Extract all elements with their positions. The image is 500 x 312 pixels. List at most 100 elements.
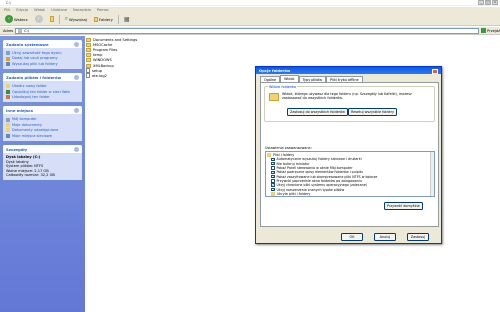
checkbox-icon[interactable]: ✓	[271, 174, 275, 179]
toolbar: ‹ Wstecz › ⌕ Wyszukaj Foldery ▦	[0, 13, 500, 26]
dialog-close-icon[interactable]	[432, 68, 438, 74]
back-button[interactable]: ‹ Wstecz	[3, 15, 30, 24]
task-hide-drive[interactable]: Ukryj zawartość tego dysku	[6, 51, 79, 56]
checkbox-icon[interactable]: ✓	[271, 170, 275, 175]
maximize-button[interactable]: □	[485, 0, 491, 5]
system-tasks-header[interactable]: Zadania systemowe	[3, 40, 82, 48]
collapse-icon[interactable]	[74, 42, 79, 47]
system-tasks-group: Zadania systemowe Ukryj zawartość tego d…	[3, 40, 82, 70]
folders-button[interactable]: Foldery	[92, 15, 115, 24]
menu-pomoc[interactable]: Pomoc	[97, 8, 109, 12]
menu-edycja[interactable]: Edycja	[16, 8, 28, 12]
collapse-icon[interactable]	[74, 75, 79, 81]
forward-arrow-icon: ›	[34, 15, 43, 23]
restore-defaults-button[interactable]: Przywróć domyślne	[384, 202, 423, 210]
task-label: Wyszukaj pliki lub foldery	[12, 61, 58, 66]
place-shared-documents[interactable]: Dokumenty udostępnione	[6, 128, 79, 133]
checkbox-icon[interactable]	[271, 166, 275, 170]
apply-button[interactable]: Zastosuj	[407, 233, 429, 241]
list-item[interactable]: ate-log2	[86, 73, 137, 79]
other-places-header[interactable]: Inne miejsca	[3, 106, 82, 115]
views-button[interactable]: ▦	[122, 15, 132, 24]
view-tab-panel: Widoki folderów Widok, którego używasz d…	[260, 82, 439, 227]
drive-icon	[18, 28, 23, 33]
window-title: C:\	[6, 1, 11, 5]
checkbox-icon[interactable]	[271, 179, 275, 183]
task-search-files[interactable]: Wyszukaj pliki lub foldery	[6, 62, 79, 66]
task-label: Udostępnij ten folder	[12, 95, 50, 100]
menu-ulubione[interactable]: Ulubione	[51, 8, 67, 12]
details-header[interactable]: Szczegóły	[3, 145, 82, 154]
search-button[interactable]: ⌕ Wyszukaj	[63, 15, 89, 24]
minimize-button[interactable]: _	[478, 0, 484, 5]
file-tasks-header[interactable]: Zadania plików i folderów	[3, 73, 82, 82]
details-total-size: Całkowity rozmiar: 32,2 GB	[6, 173, 55, 178]
folder-icon	[86, 58, 91, 63]
file-list: Documents and Settings MSOCache Program …	[86, 37, 137, 79]
forward-button[interactable]: ›	[33, 15, 45, 24]
network-icon	[6, 133, 10, 138]
place-my-computer[interactable]: Mój komputer	[6, 117, 79, 122]
task-publish-web[interactable]: Opublikuj ten folder w sieci Web	[6, 90, 79, 94]
go-arrow-icon	[481, 28, 487, 33]
list-item[interactable]: Documents and Settings	[86, 37, 137, 42]
file-icon	[86, 73, 90, 79]
back-label: Wstecz	[14, 16, 28, 22]
hide-icon	[6, 51, 10, 56]
advanced-settings-tree[interactable]: Pliki i foldery ✓ Automatycznie wyszukuj f…	[265, 151, 435, 197]
task-share-folder[interactable]: Udostępnij ten folder	[6, 95, 79, 100]
address-label: Adres	[3, 28, 14, 33]
checkbox-icon[interactable]: ✓	[271, 183, 275, 187]
place-label: Moje miejsca sieciowe	[12, 133, 52, 138]
reset-all-folders-button[interactable]: Resetuj wszystkie foldery	[348, 108, 397, 116]
place-label: Moje dokumenty	[12, 122, 42, 127]
search-icon	[6, 62, 10, 66]
ok-button[interactable]: OK	[341, 233, 363, 241]
computer-icon	[6, 117, 10, 122]
menu-narzedzia[interactable]: Narzędzia	[73, 8, 91, 12]
radio-icon[interactable]	[275, 196, 279, 197]
title-bar: C:\ _ □ ×	[0, 0, 500, 6]
folders-label: Foldery	[98, 16, 113, 22]
share-icon	[6, 95, 10, 100]
tree-row-label: Nie pokazuj ukrytych plików i folderów	[281, 196, 344, 197]
go-button[interactable]: Przejdź	[481, 28, 500, 33]
collapse-icon[interactable]	[74, 147, 79, 153]
task-label: Opublikuj ten folder w sieci Web	[12, 89, 70, 94]
address-input[interactable]: C:\	[15, 27, 480, 34]
new-folder-icon	[6, 84, 10, 89]
checkbox-icon[interactable]: ✓	[271, 161, 275, 166]
folder-icon	[86, 47, 91, 52]
checkbox-icon[interactable]: ✓	[271, 187, 275, 192]
task-pane: Zadania systemowe Ukryj zawartość tego d…	[0, 36, 85, 312]
menu-widok[interactable]: Widok	[34, 8, 45, 12]
address-bar: Adres C:\ Przejdź	[0, 27, 500, 35]
folder-options-dialog: Opcje folderów Ogólne Widok Typy plików …	[255, 66, 442, 244]
tree-row[interactable]: Nie pokazuj ukrytych plików i folderów	[267, 196, 433, 197]
other-places-group: Inne miejsca Mój komputer Moje dokumenty…	[3, 106, 82, 142]
window-controls: _ □ ×	[478, 0, 498, 5]
apply-to-all-folders-button[interactable]: Zastosuj do wszystkich folderów	[287, 108, 348, 116]
tree-scrollbar[interactable]	[430, 152, 434, 196]
task-label: Utwórz nowy folder	[12, 84, 47, 89]
collapse-icon[interactable]	[74, 108, 79, 114]
folder-views-icon	[269, 93, 279, 101]
cancel-button[interactable]: Anuluj	[374, 233, 396, 241]
system-tasks-title: Zadania systemowe	[6, 42, 49, 47]
menu-plik[interactable]: Plik	[4, 8, 10, 12]
dialog-title: Opcje folderów	[259, 68, 291, 73]
place-label: Dokumenty udostępnione	[12, 128, 59, 133]
task-add-remove-programs[interactable]: Dodaj lub usuń programy	[6, 56, 79, 61]
place-my-documents[interactable]: Moje dokumenty	[6, 122, 79, 128]
folder-icon	[267, 153, 271, 158]
up-button[interactable]	[48, 15, 56, 24]
task-new-folder[interactable]: Utwórz nowy folder	[6, 84, 79, 89]
toolbar-separator	[58, 14, 60, 24]
folder-views-group: Widoki folderów Widok, którego używasz d…	[264, 85, 435, 122]
dialog-title-bar[interactable]: Opcje folderów	[256, 67, 441, 74]
folder-icon	[86, 37, 91, 42]
checkbox-icon[interactable]: ✓	[271, 157, 275, 162]
item-name: MSOCache	[93, 42, 113, 47]
place-network[interactable]: Moje miejsca sieciowe	[6, 134, 79, 138]
close-button[interactable]: ×	[492, 0, 498, 5]
